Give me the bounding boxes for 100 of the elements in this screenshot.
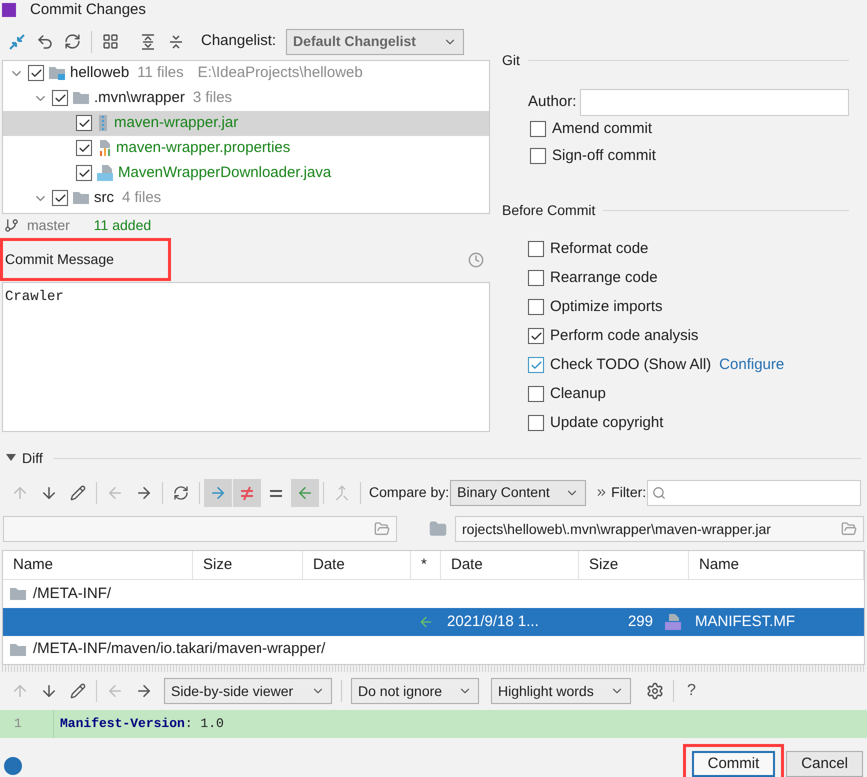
- file-count: 11 files: [137, 62, 184, 83]
- option-label: Perform code analysis: [550, 326, 698, 346]
- column-header[interactable]: Name: [3, 551, 193, 580]
- help-icon[interactable]: [4, 757, 22, 776]
- commit-message-field[interactable]: Crawler: [2, 282, 490, 432]
- tree-row[interactable]: maven-wrapper.properties: [3, 136, 489, 161]
- checkmark-icon: [54, 92, 66, 105]
- checkbox[interactable]: [52, 90, 68, 106]
- settings-icon[interactable]: [646, 682, 664, 700]
- changelist-dropdown[interactable]: Default Changelist: [286, 28, 464, 55]
- filter-field[interactable]: [647, 480, 861, 506]
- checkbox[interactable]: [528, 299, 544, 316]
- table-row[interactable]: /META-INF/: [3, 580, 864, 608]
- checkbox[interactable]: [52, 190, 68, 206]
- option-label: Rearrange code: [550, 268, 658, 288]
- folder-icon: [9, 642, 27, 657]
- column-header[interactable]: Size: [193, 551, 303, 580]
- tree-row[interactable]: src 4 files: [3, 186, 489, 211]
- collapse-arrows-icon[interactable]: [8, 32, 26, 51]
- checkmark-icon: [530, 358, 542, 372]
- checkbox[interactable]: [528, 241, 544, 258]
- option-label: Reformat code: [550, 238, 648, 259]
- option-label: Cleanup: [550, 384, 606, 404]
- app-logo-icon: [2, 2, 16, 17]
- highlight-dropdown[interactable]: Highlight words: [491, 678, 631, 704]
- column-header[interactable]: Name: [689, 551, 864, 580]
- configure-link[interactable]: Configure: [719, 354, 784, 376]
- table-row[interactable]: /META-INF/maven/io.takari/maven-wrapper/: [3, 636, 864, 664]
- history-icon[interactable]: [468, 252, 484, 268]
- compare-by-label: Compare by:: [369, 483, 450, 502]
- tree-row[interactable]: helloweb 11 files E:\IdeaProjects\helloweb: [3, 60, 489, 86]
- tree-row[interactable]: MavenWrapperDownloader.java: [3, 160, 489, 186]
- column-header[interactable]: Date: [303, 551, 411, 580]
- left-path-field[interactable]: [3, 516, 397, 542]
- file-count: 3 files: [192, 88, 232, 108]
- project-path: E:\IdeaProjects\helloweb: [198, 62, 363, 83]
- checkbox[interactable]: [76, 140, 92, 156]
- author-label: Author:: [528, 92, 576, 112]
- line-number: 1: [0, 710, 54, 738]
- section-title: Diff: [22, 448, 43, 468]
- window-title: Commit Changes: [30, 0, 146, 19]
- folder-icon: [9, 587, 27, 601]
- option-label: Sign-off commit: [552, 146, 656, 166]
- checkbox[interactable]: [76, 115, 92, 132]
- author-field[interactable]: [580, 88, 849, 116]
- checkmark-icon: [78, 116, 90, 130]
- expand-all-icon[interactable]: [139, 32, 157, 51]
- column-header[interactable]: Size: [579, 551, 689, 580]
- checkmark-icon: [530, 330, 542, 343]
- file-name: helloweb: [70, 62, 130, 83]
- dialog-button[interactable]: Commit: [692, 751, 776, 777]
- option-label: Optimize imports: [550, 296, 663, 317]
- file-name: .mvn\wrapper: [94, 88, 185, 108]
- change-summary: 11 added: [94, 216, 152, 236]
- search-icon: [652, 486, 666, 500]
- checkbox[interactable]: [76, 165, 92, 182]
- checkbox[interactable]: [528, 270, 544, 286]
- checkbox[interactable]: [28, 65, 44, 82]
- project-folder-icon: [48, 65, 66, 82]
- checkbox[interactable]: [530, 121, 546, 138]
- group-by-icon[interactable]: [102, 33, 119, 50]
- checkbox[interactable]: [528, 415, 544, 432]
- archive-icon: [96, 114, 110, 132]
- commit-message-label: Commit Message: [0, 238, 171, 282]
- folder-icon: [72, 191, 90, 206]
- refresh-icon[interactable]: [64, 33, 81, 50]
- checkbox[interactable]: [530, 148, 546, 164]
- table-row[interactable]: 2021/9/18 1... 299 MANIFEST.MF: [3, 608, 864, 636]
- changelist-label: Changelist:: [201, 31, 276, 52]
- checkbox[interactable]: [528, 357, 544, 374]
- checkmark-icon: [78, 142, 90, 155]
- right-path-field[interactable]: rojects\helloweb\.mvn\wrapper\maven-wrapper.jar: [455, 516, 864, 542]
- undo-icon[interactable]: [36, 32, 54, 51]
- checkmark-icon: [30, 66, 42, 80]
- folder-path: /META-INF/maven/io.takari/maven-wrapper/: [33, 639, 326, 660]
- help-button[interactable]: ?: [683, 679, 700, 704]
- folder-icon: [429, 520, 447, 538]
- ignore-dropdown[interactable]: Do not ignore: [351, 678, 479, 704]
- column-header[interactable]: *: [411, 551, 441, 580]
- checkmark-icon: [54, 192, 66, 205]
- column-header[interactable]: Date: [441, 551, 579, 580]
- manifest-file-icon: [665, 614, 681, 630]
- option-label: Amend commit: [552, 118, 652, 139]
- code-line: Manifest-Version: 1.0: [59, 715, 224, 734]
- branch-name: master: [27, 216, 70, 236]
- java-file-icon: [96, 164, 114, 182]
- section-title: Git: [502, 50, 520, 70]
- collapse-triangle-icon[interactable]: [6, 454, 16, 462]
- checkbox[interactable]: [528, 386, 544, 402]
- checkbox[interactable]: [528, 328, 544, 344]
- filter-label: Filter:: [611, 483, 646, 502]
- file-name: src: [94, 188, 114, 208]
- collapse-all-icon[interactable]: [167, 32, 185, 51]
- option-label: Update copyright: [550, 412, 664, 433]
- viewer-dropdown[interactable]: Side-by-side viewer: [164, 678, 332, 704]
- tree-row[interactable]: .mvn\wrapper 3 files: [3, 86, 489, 111]
- file-count: 4 files: [122, 188, 162, 208]
- table-cell-text: 2021/9/18 1...: [446, 612, 540, 632]
- compare-by-dropdown[interactable]: Binary Content: [450, 480, 586, 506]
- dialog-button[interactable]: Cancel: [786, 751, 863, 777]
